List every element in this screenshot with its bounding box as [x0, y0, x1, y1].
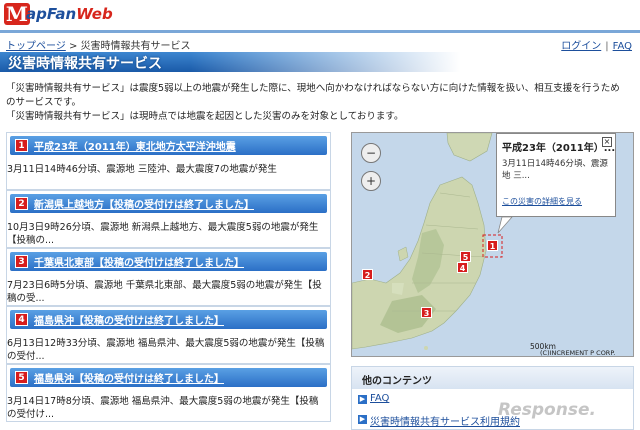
- map-info-popup: 平成23年（2011年）... 3月11日14時46分頃、震源地 三... この…: [496, 133, 616, 217]
- close-icon[interactable]: ×: [602, 137, 612, 147]
- disaster-title-link[interactable]: 福島県沖【投稿の受付けは終了しました】: [34, 312, 224, 327]
- disaster-number-badge: 5: [15, 371, 28, 384]
- disaster-number-badge: 4: [15, 313, 28, 326]
- top-divider: [0, 30, 640, 33]
- arrow-right-icon: ▶: [358, 395, 367, 404]
- disaster-description: 3月11日14時46分頃、震源地 三陸沖、最大震度7の地震が発生: [7, 164, 277, 175]
- disaster-item: 1 平成23年（2011年）東北地方太平洋沖地震 3月11日14時46分頃、震源…: [6, 132, 331, 190]
- disaster-description: 6月13日12時33分頃、震源地 福島県沖、最大震度5弱の地震が発生【投稿の受付…: [7, 338, 325, 362]
- breadcrumb-home-link[interactable]: トップページ: [6, 41, 66, 52]
- disaster-number-badge: 1: [15, 139, 28, 152]
- popup-detail-link[interactable]: この災害の詳細を見る: [502, 196, 582, 207]
- map-marker[interactable]: 3: [421, 307, 432, 318]
- top-links: ログイン | FAQ: [561, 41, 632, 52]
- map-marker[interactable]: 1: [487, 240, 498, 251]
- map-marker[interactable]: 5: [460, 251, 471, 262]
- intro-text: 「災害時情報共有サービス」は震度5弱以上の地震が発生した際に、現地へ向かわなけれ…: [6, 83, 620, 122]
- login-link[interactable]: ログイン: [561, 41, 601, 52]
- disaster-description: 3月14日17時8分頃、震源地 福島県沖、最大震度5弱の地震が発生【投稿の受付け…: [7, 396, 319, 420]
- disaster-title-link[interactable]: 千葉県北東部【投稿の受付けは終了しました】: [34, 254, 244, 269]
- zoom-out-button[interactable]: −: [361, 143, 381, 163]
- disaster-item: 3 千葉県北東部【投稿の受付けは終了しました】 7月23日6時5分頃、震源地 千…: [6, 248, 331, 306]
- map-marker[interactable]: 2: [362, 269, 373, 280]
- faq-link[interactable]: FAQ: [613, 41, 632, 52]
- page-title-bar: 災害時情報共有サービス: [0, 52, 640, 72]
- disaster-list: 1 平成23年（2011年）東北地方太平洋沖地震 3月11日14時46分頃、震源…: [6, 132, 331, 422]
- disaster-item: 4 福島県沖【投稿の受付けは終了しました】 6月13日12時33分頃、震源地 福…: [6, 306, 331, 364]
- disaster-title-link[interactable]: 新潟県上越地方【投稿の受付けは終了しました】: [34, 196, 254, 211]
- map-marker[interactable]: 4: [457, 262, 468, 273]
- disaster-title-link[interactable]: 福島県沖【投稿の受付けは終了しました】: [34, 370, 224, 385]
- breadcrumb-current: 災害時情報共有サービス: [80, 41, 191, 52]
- breadcrumb: トップページ > 災害時情報共有サービス: [6, 41, 191, 52]
- popup-title: 平成23年（2011年）...: [502, 143, 616, 154]
- disaster-number-badge: 3: [15, 255, 28, 268]
- page-title: 災害時情報共有サービス: [8, 56, 162, 72]
- popup-body: 3月11日14時46分頃、震源地 三...: [502, 159, 608, 181]
- arrow-right-icon: ▶: [358, 415, 367, 424]
- watermark: Response.: [498, 400, 596, 420]
- disaster-description: 7月23日6時5分頃、震源地 千葉県北東部、最大震度5弱の地震が発生【投稿の受.…: [7, 280, 322, 304]
- logo-text: apFanWeb: [26, 5, 113, 23]
- zoom-in-button[interactable]: +: [361, 171, 381, 191]
- disaster-description: 10月3日9時26分頃、震源地 新潟県上越地方、最大震度5弱の地震が発生【投稿の…: [7, 222, 319, 246]
- faq-link-bottom[interactable]: FAQ: [370, 393, 389, 404]
- disaster-title-link[interactable]: 平成23年（2011年）東北地方太平洋沖地震: [34, 138, 236, 153]
- disaster-map[interactable]: − + 平成23年（2011年）... 3月11日14時46分頃、震源地 三..…: [351, 132, 634, 357]
- disaster-item: 2 新潟県上越地方【投稿の受付けは終了しました】 10月3日9時26分頃、震源地…: [6, 190, 331, 248]
- map-copyright: (C)INCREMENT P CORP.: [540, 349, 616, 357]
- other-contents-heading: 他のコンテンツ: [352, 367, 633, 389]
- mapfan-logo[interactable]: M apFanWeb: [4, 3, 124, 25]
- disaster-item: 5 福島県沖【投稿の受付けは終了しました】 3月14日17時8分頃、震源地 福島…: [6, 364, 331, 422]
- disaster-number-badge: 2: [15, 197, 28, 210]
- other-contents-box: 他のコンテンツ ▶ FAQ ▶ 災害時情報共有サービス利用規約: [351, 366, 634, 430]
